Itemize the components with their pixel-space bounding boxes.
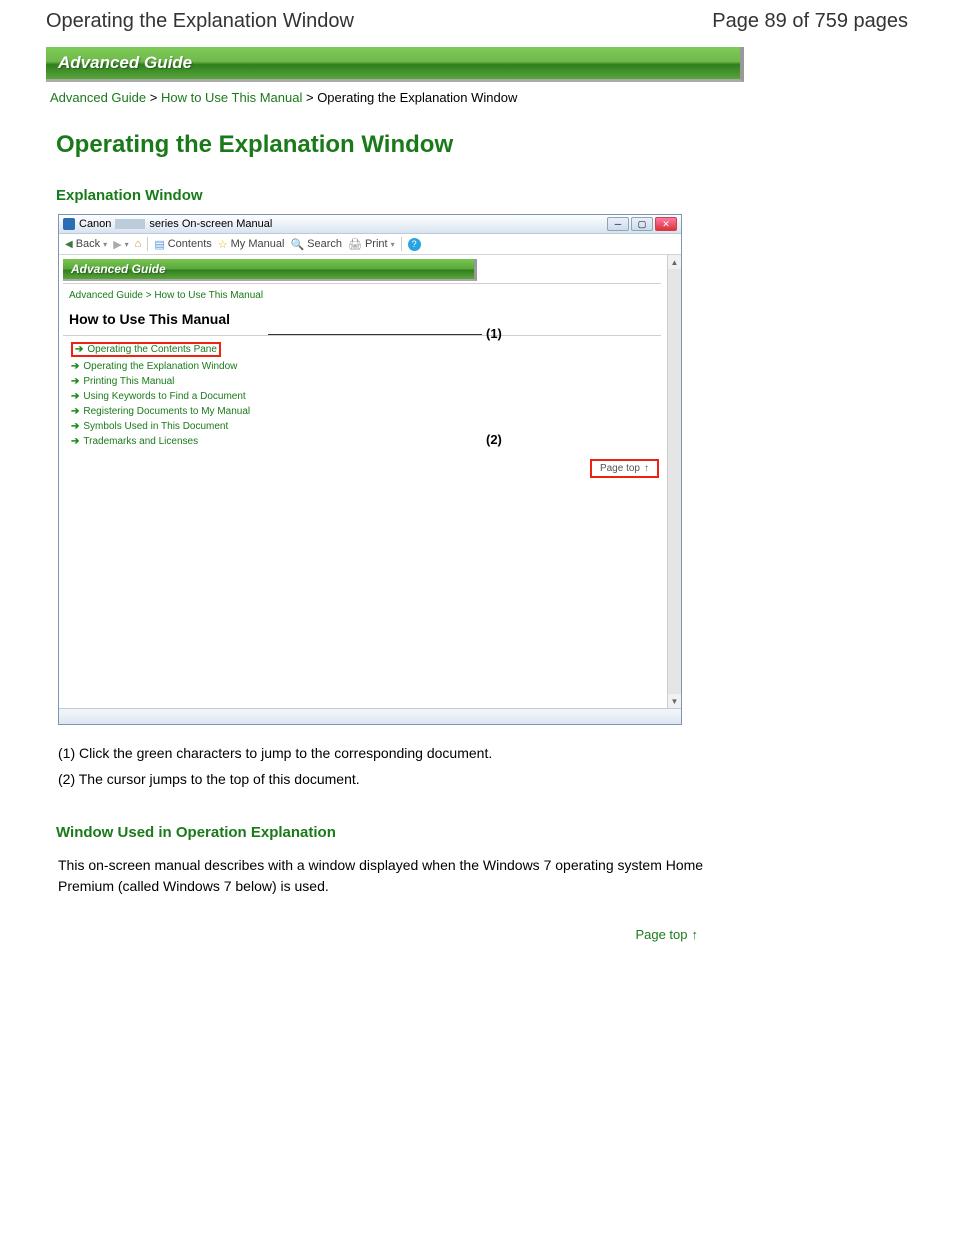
close-button[interactable]: ✕ xyxy=(655,217,677,231)
model-mask xyxy=(115,219,145,229)
inner-heading: How to Use This Manual xyxy=(59,305,667,333)
scrollbar[interactable]: ▲ ▼ xyxy=(667,255,681,708)
section-window-used: Window Used in Operation Explanation xyxy=(56,824,908,841)
advanced-guide-banner: Advanced Guide xyxy=(46,47,744,82)
page-indicator: Page 89 of 759 pages xyxy=(712,10,908,33)
breadcrumb-current: Operating the Explanation Window xyxy=(317,90,517,105)
link-printing[interactable]: ➔Printing This Manual xyxy=(71,374,667,389)
home-button[interactable]: ⌂ xyxy=(135,238,142,250)
breadcrumb: Advanced Guide > How to Use This Manual … xyxy=(46,86,908,123)
forward-button[interactable]: ▶▾ xyxy=(113,238,128,251)
statusbar xyxy=(59,708,681,724)
callout-line-1 xyxy=(268,334,482,335)
app-icon xyxy=(63,218,75,230)
contents-button[interactable]: ▤Contents xyxy=(154,238,211,251)
link-trademarks[interactable]: ➔Trademarks and Licenses xyxy=(71,434,667,449)
search-button[interactable]: 🔍Search xyxy=(290,238,342,251)
callout-2: (2) xyxy=(486,432,502,447)
page-title: Operating the Explanation Window xyxy=(46,10,354,33)
inner-advanced-guide-banner: Advanced Guide xyxy=(63,259,477,281)
link-keywords[interactable]: ➔Using Keywords to Find a Document xyxy=(71,389,667,404)
note-2: (2) The cursor jumps to the top of this … xyxy=(58,769,908,791)
main-heading: Operating the Explanation Window xyxy=(56,131,908,159)
scroll-down-icon[interactable]: ▼ xyxy=(668,694,681,708)
mymanual-button[interactable]: ☆My Manual xyxy=(218,238,285,251)
link-explanation-window[interactable]: ➔Operating the Explanation Window xyxy=(71,359,667,374)
maximize-button[interactable]: ▢ xyxy=(631,217,653,231)
screenshot-window: Canon series On-screen Manual ─ ▢ ✕ ◀Bac… xyxy=(58,214,682,725)
titlebar-brand: Canon xyxy=(79,218,111,230)
minimize-button[interactable]: ─ xyxy=(607,217,629,231)
print-button[interactable]: 🖨Print▾ xyxy=(348,238,395,251)
link-register[interactable]: ➔Registering Documents to My Manual xyxy=(71,404,667,419)
titlebar-rest: series On-screen Manual xyxy=(149,218,272,230)
help-icon[interactable]: ? xyxy=(408,238,421,251)
titlebar: Canon series On-screen Manual ─ ▢ ✕ xyxy=(59,215,681,234)
inner-breadcrumb: Advanced Guide > How to Use This Manual xyxy=(59,288,667,305)
section-window-used-body: This on-screen manual describes with a w… xyxy=(46,851,706,897)
section-explanation-window: Explanation Window xyxy=(56,187,908,204)
page-top-button[interactable]: Page top↑ xyxy=(590,459,659,478)
link-symbols[interactable]: ➔Symbols Used in This Document xyxy=(71,419,667,434)
scroll-up-icon[interactable]: ▲ xyxy=(668,255,681,269)
toolbar: ◀Back▾ ▶▾ ⌂ ▤Contents ☆My Manual 🔍Search… xyxy=(59,234,681,255)
back-button[interactable]: ◀Back▾ xyxy=(65,238,107,250)
callout-1: (1) xyxy=(486,326,502,341)
link-contents-pane[interactable]: ➔Operating the Contents Pane xyxy=(71,342,221,357)
link-list: ➔Operating the Contents Pane ➔Operating … xyxy=(59,340,667,449)
breadcrumb-link-1[interactable]: Advanced Guide xyxy=(50,90,146,105)
page-top-link[interactable]: Page top↑ xyxy=(635,927,698,942)
note-1: (1) Click the green characters to jump t… xyxy=(58,743,908,765)
breadcrumb-link-2[interactable]: How to Use This Manual xyxy=(161,90,302,105)
